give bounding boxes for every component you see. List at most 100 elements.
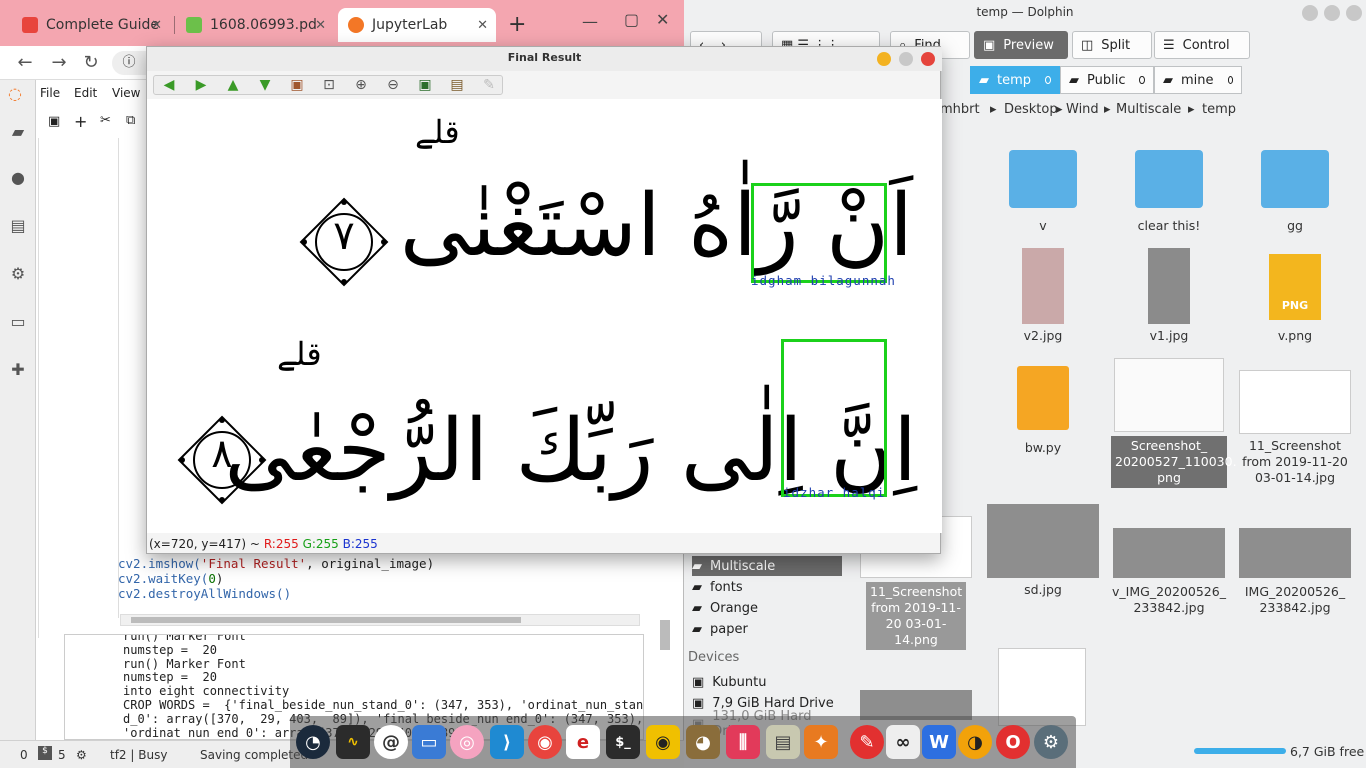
add-cell-icon[interactable]: + xyxy=(74,112,87,131)
code-cell[interactable]: cv2.imshow('Final Result', original_imag… xyxy=(118,556,648,616)
file-v1[interactable]: v1.jpg xyxy=(1109,248,1229,344)
tab-mine[interactable]: ▰ mine xyxy=(1154,66,1242,94)
gear-icon[interactable]: ⚙ xyxy=(76,748,87,762)
browser-tab-pdf[interactable]: 1608.06993.pd ✕ xyxy=(176,8,334,42)
copy-icon[interactable]: ⧉ xyxy=(126,113,135,128)
extension-icon[interactable]: ✚ xyxy=(9,360,27,379)
crumb[interactable]: Wind xyxy=(1066,102,1099,117)
minimize-icon[interactable]: — xyxy=(582,12,598,31)
close-icon[interactable]: ✕ xyxy=(315,18,326,33)
wps-icon[interactable]: W xyxy=(922,725,956,759)
vscode-icon[interactable]: ⟩ xyxy=(490,725,524,759)
file-img[interactable]: IMG_20200526_ 233842.jpg xyxy=(1235,528,1355,616)
settings-icon[interactable]: ⚙ xyxy=(1034,725,1068,759)
zoom-box-icon[interactable]: ⊡ xyxy=(320,77,338,93)
code-line: cv2.waitKey(0) xyxy=(118,571,224,586)
back-button[interactable]: ← xyxy=(14,52,36,74)
chrome-icon[interactable]: ◉ xyxy=(528,725,562,759)
save-icon[interactable]: ▣ xyxy=(48,114,60,129)
opera-icon[interactable]: O xyxy=(996,725,1030,759)
control-button[interactable]: ☰ Control xyxy=(1154,31,1250,59)
zoom-out-icon[interactable]: ⊖ xyxy=(384,77,402,93)
split-button[interactable]: ◫ Split xyxy=(1072,31,1152,59)
folder-gg[interactable]: gg xyxy=(1235,150,1355,234)
terminal-icon[interactable]: $_ xyxy=(606,725,640,759)
pan-up-icon[interactable]: ▲ xyxy=(224,77,242,93)
close-icon[interactable] xyxy=(1346,5,1362,21)
maximize-icon[interactable] xyxy=(899,52,913,66)
vertical-scrollbar[interactable] xyxy=(660,620,670,650)
minimize-icon[interactable] xyxy=(1302,5,1318,21)
file-bw-py[interactable]: bw.py xyxy=(983,366,1103,456)
tab-public[interactable]: ▰ Public xyxy=(1060,66,1154,94)
cut-icon[interactable]: ✂ xyxy=(100,113,111,128)
maple-icon[interactable]: ✦ xyxy=(804,725,838,759)
close-window-icon[interactable]: ✕ xyxy=(656,10,669,29)
crumb[interactable]: mhbrt xyxy=(940,102,980,117)
image-canvas[interactable]: قلے قلے ٧ ٨ اَنْ رَّاٰهُ اسْتَغْنٰى اِنَ… xyxy=(147,99,942,533)
speaker-icon[interactable]: ◉ xyxy=(646,725,680,759)
place-multiscale[interactable]: ▰ Multiscale xyxy=(692,556,842,576)
place-orange[interactable]: ▰ Orange xyxy=(692,598,842,618)
camera-icon[interactable]: ◎ xyxy=(450,725,484,759)
pen-icon[interactable]: ✎ xyxy=(850,725,884,759)
folder-clear-this[interactable]: clear this! xyxy=(1109,150,1229,234)
file-v-img[interactable]: v_IMG_20200526_ 233842.jpg xyxy=(1109,528,1229,616)
glasses-icon[interactable]: ∞ xyxy=(886,725,920,759)
place-paper[interactable]: ▰ paper xyxy=(692,619,842,639)
file-sd[interactable]: sd.jpg xyxy=(983,504,1103,598)
mixer-icon[interactable]: ⫼ xyxy=(726,725,760,759)
file-v-png[interactable]: PNG v.png xyxy=(1235,254,1355,344)
archive-icon[interactable]: ▤ xyxy=(766,725,800,759)
file-v2[interactable]: v2.jpg xyxy=(983,248,1103,344)
reload-button[interactable]: ↻ xyxy=(80,52,102,74)
tab-temp[interactable]: ▰ temp xyxy=(970,66,1060,94)
browser-tab-complete-guide[interactable]: Complete Guide ✕ xyxy=(12,8,170,42)
pan-down-icon[interactable]: ▼ xyxy=(256,77,274,93)
folder-v[interactable]: v xyxy=(983,150,1103,234)
crumb[interactable]: temp xyxy=(1202,102,1236,117)
file-11-screenshot-jpg[interactable]: 11_Screenshot from 2019-11-20 03-01-14.j… xyxy=(1235,370,1355,486)
e-icon[interactable]: e xyxy=(566,725,600,759)
laptop-icon[interactable]: ▭ xyxy=(412,725,446,759)
save-icon[interactable]: ▣ xyxy=(416,77,434,93)
device-kubuntu[interactable]: ▣ Kubuntu xyxy=(692,672,842,692)
site-info-icon[interactable]: ⓘ xyxy=(112,51,146,75)
steam-icon[interactable]: ◔ xyxy=(296,725,330,759)
properties-icon[interactable]: ▤ xyxy=(448,77,466,93)
zoom-fit-icon[interactable]: ▣ xyxy=(288,77,306,93)
settings-icon[interactable]: ⚙ xyxy=(9,264,27,283)
browser-tab-jupyterlab[interactable]: JupyterLab ✕ xyxy=(338,8,496,42)
maximize-icon[interactable] xyxy=(1324,5,1340,21)
image-thumbnail[interactable] xyxy=(998,648,1086,726)
monitor-icon[interactable]: ∿ xyxy=(336,725,370,759)
zoom-in-icon[interactable]: ⊕ xyxy=(352,77,370,93)
minimize-icon[interactable] xyxy=(877,52,891,66)
running-icon[interactable]: ● xyxy=(9,168,27,187)
folder-icon[interactable]: ▰ xyxy=(9,122,27,141)
crumb[interactable]: Multiscale xyxy=(1116,102,1181,117)
crumb[interactable]: Desktop xyxy=(1004,102,1058,117)
close-icon[interactable] xyxy=(921,52,935,66)
file-screenshot-20200527[interactable]: Screenshot_ 20200527_110030. png xyxy=(1109,358,1237,488)
forward-button[interactable]: → xyxy=(48,52,70,74)
a-icon[interactable]: @ xyxy=(374,725,408,759)
pan-left-icon[interactable]: ◀ xyxy=(160,77,178,93)
new-tab-button[interactable]: + xyxy=(508,12,526,37)
commands-icon[interactable]: ▤ xyxy=(9,216,27,235)
menu-file[interactable]: File xyxy=(40,86,60,100)
preview-button[interactable]: ▣ Preview xyxy=(974,31,1068,59)
pan-right-icon[interactable]: ▶ xyxy=(192,77,210,93)
place-fonts[interactable]: ▰ fonts xyxy=(692,577,842,597)
kernel-status[interactable]: tf2 | Busy xyxy=(110,748,167,762)
tabs-icon[interactable]: ▭ xyxy=(9,312,27,331)
close-icon[interactable]: ✕ xyxy=(151,18,162,33)
gimp-icon[interactable]: ◕ xyxy=(686,725,720,759)
menu-edit[interactable]: Edit xyxy=(74,86,97,100)
ball-icon[interactable]: ◑ xyxy=(958,725,992,759)
clear-icon[interactable]: ✎ xyxy=(480,77,498,93)
menu-view[interactable]: View xyxy=(112,86,140,100)
horizontal-scrollbar[interactable] xyxy=(120,614,640,626)
close-icon[interactable]: ✕ xyxy=(477,18,488,33)
maximize-icon[interactable]: ▢ xyxy=(624,10,639,29)
